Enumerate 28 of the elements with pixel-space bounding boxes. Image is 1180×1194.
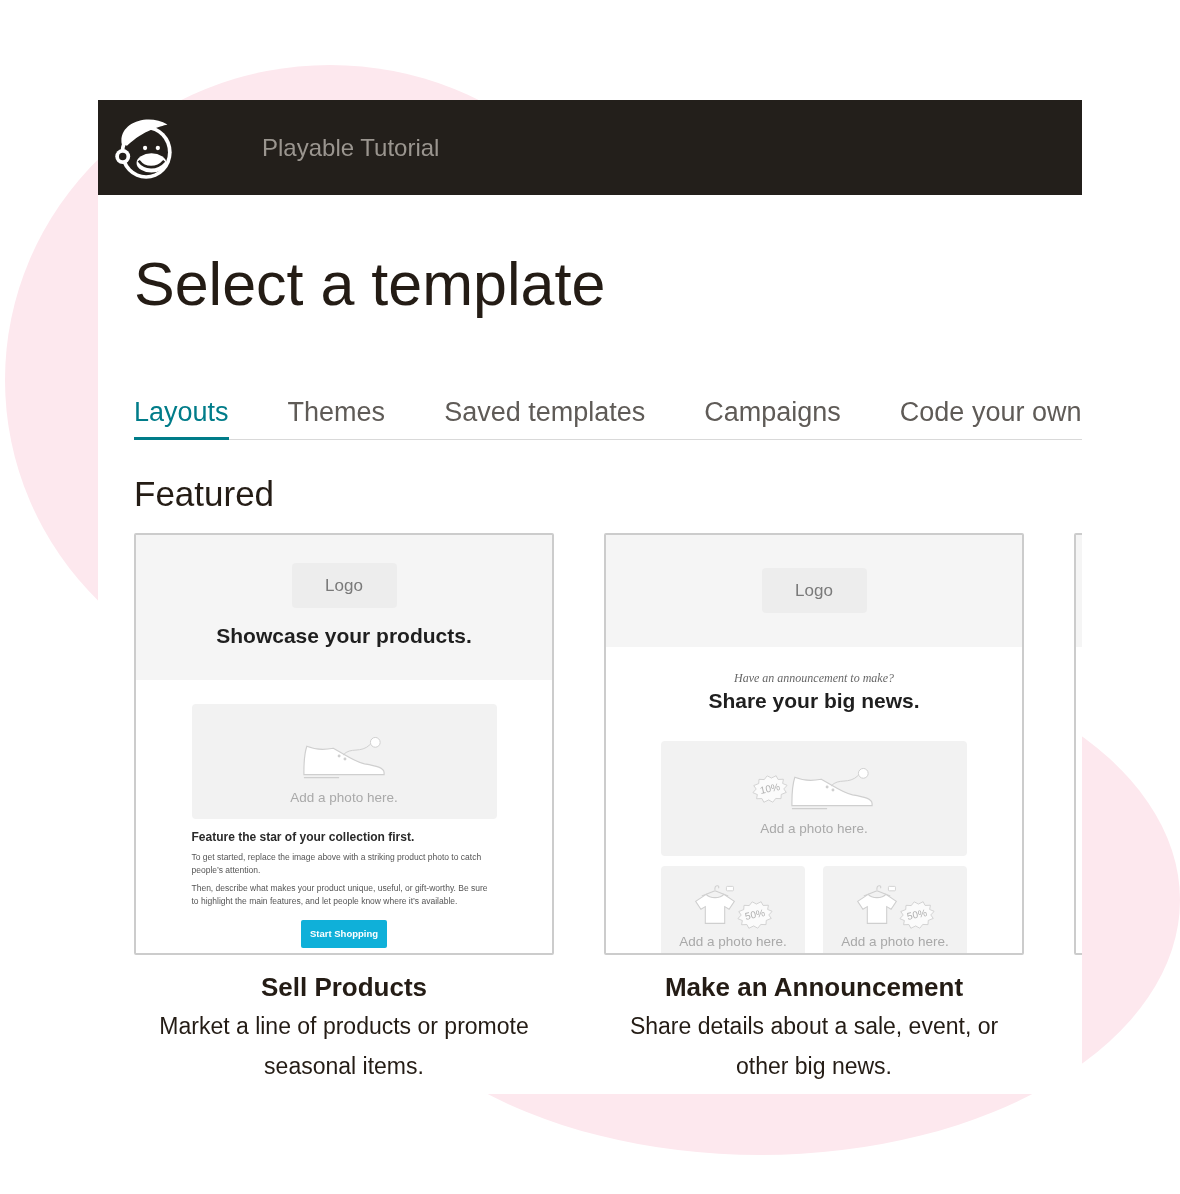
photo-caption: Add a photo here.: [760, 822, 868, 836]
photo-caption: Add a photo here.: [679, 935, 787, 949]
photo-caption: Add a photo here.: [290, 791, 398, 805]
email-paragraph: To get started, replace the image above with a striking product photo to catch people’s attention.: [191, 851, 483, 877]
email-cta-button: Start Shopping: [301, 920, 387, 948]
template-title: Make an Announcement: [664, 974, 964, 1000]
tab[interactable]: Campaigns: [704, 399, 841, 440]
email-subheading: Feature the star of your collection first.: [191, 831, 416, 843]
photo-caption: Add a photo here.: [841, 935, 949, 949]
template-preview[interactable]: Logo Have an announcement to make? Share your big news. 10% Add a photo here. 50% Add a photo here. 50% Add a photo here.: [604, 533, 1024, 955]
template-description: Share details about a sale, event, or other big news.: [628, 1012, 1000, 1081]
tab[interactable]: Saved templates: [444, 399, 646, 440]
shoe-icon: [300, 736, 388, 780]
section-title: Featured: [134, 476, 276, 511]
logo-placeholder: Logo: [761, 568, 867, 613]
email-paragraph: Then, describe what makes your product unique, useful, or gift-worthy. Be sure to highlight the main features, and let people know where it’s available.: [191, 882, 489, 908]
email-kicker: Have an announcement to make?: [734, 672, 894, 684]
shoe-icon: [788, 767, 876, 811]
template-preview[interactable]: [134, 533, 554, 955]
tab[interactable]: Layouts: [134, 399, 229, 440]
tab[interactable]: Themes: [287, 399, 386, 440]
template-title: Sell Products: [260, 974, 428, 1000]
email-headline: Showcase your products.: [216, 625, 472, 646]
template-description: Market a line of products or promote seasonal items.: [158, 1012, 530, 1081]
logo-placeholder: Logo: [291, 563, 397, 608]
tab[interactable]: Code your own: [899, 399, 1082, 440]
email-headline: Share your big news.: [708, 690, 920, 711]
header-title: Playable Tutorial: [262, 135, 440, 160]
